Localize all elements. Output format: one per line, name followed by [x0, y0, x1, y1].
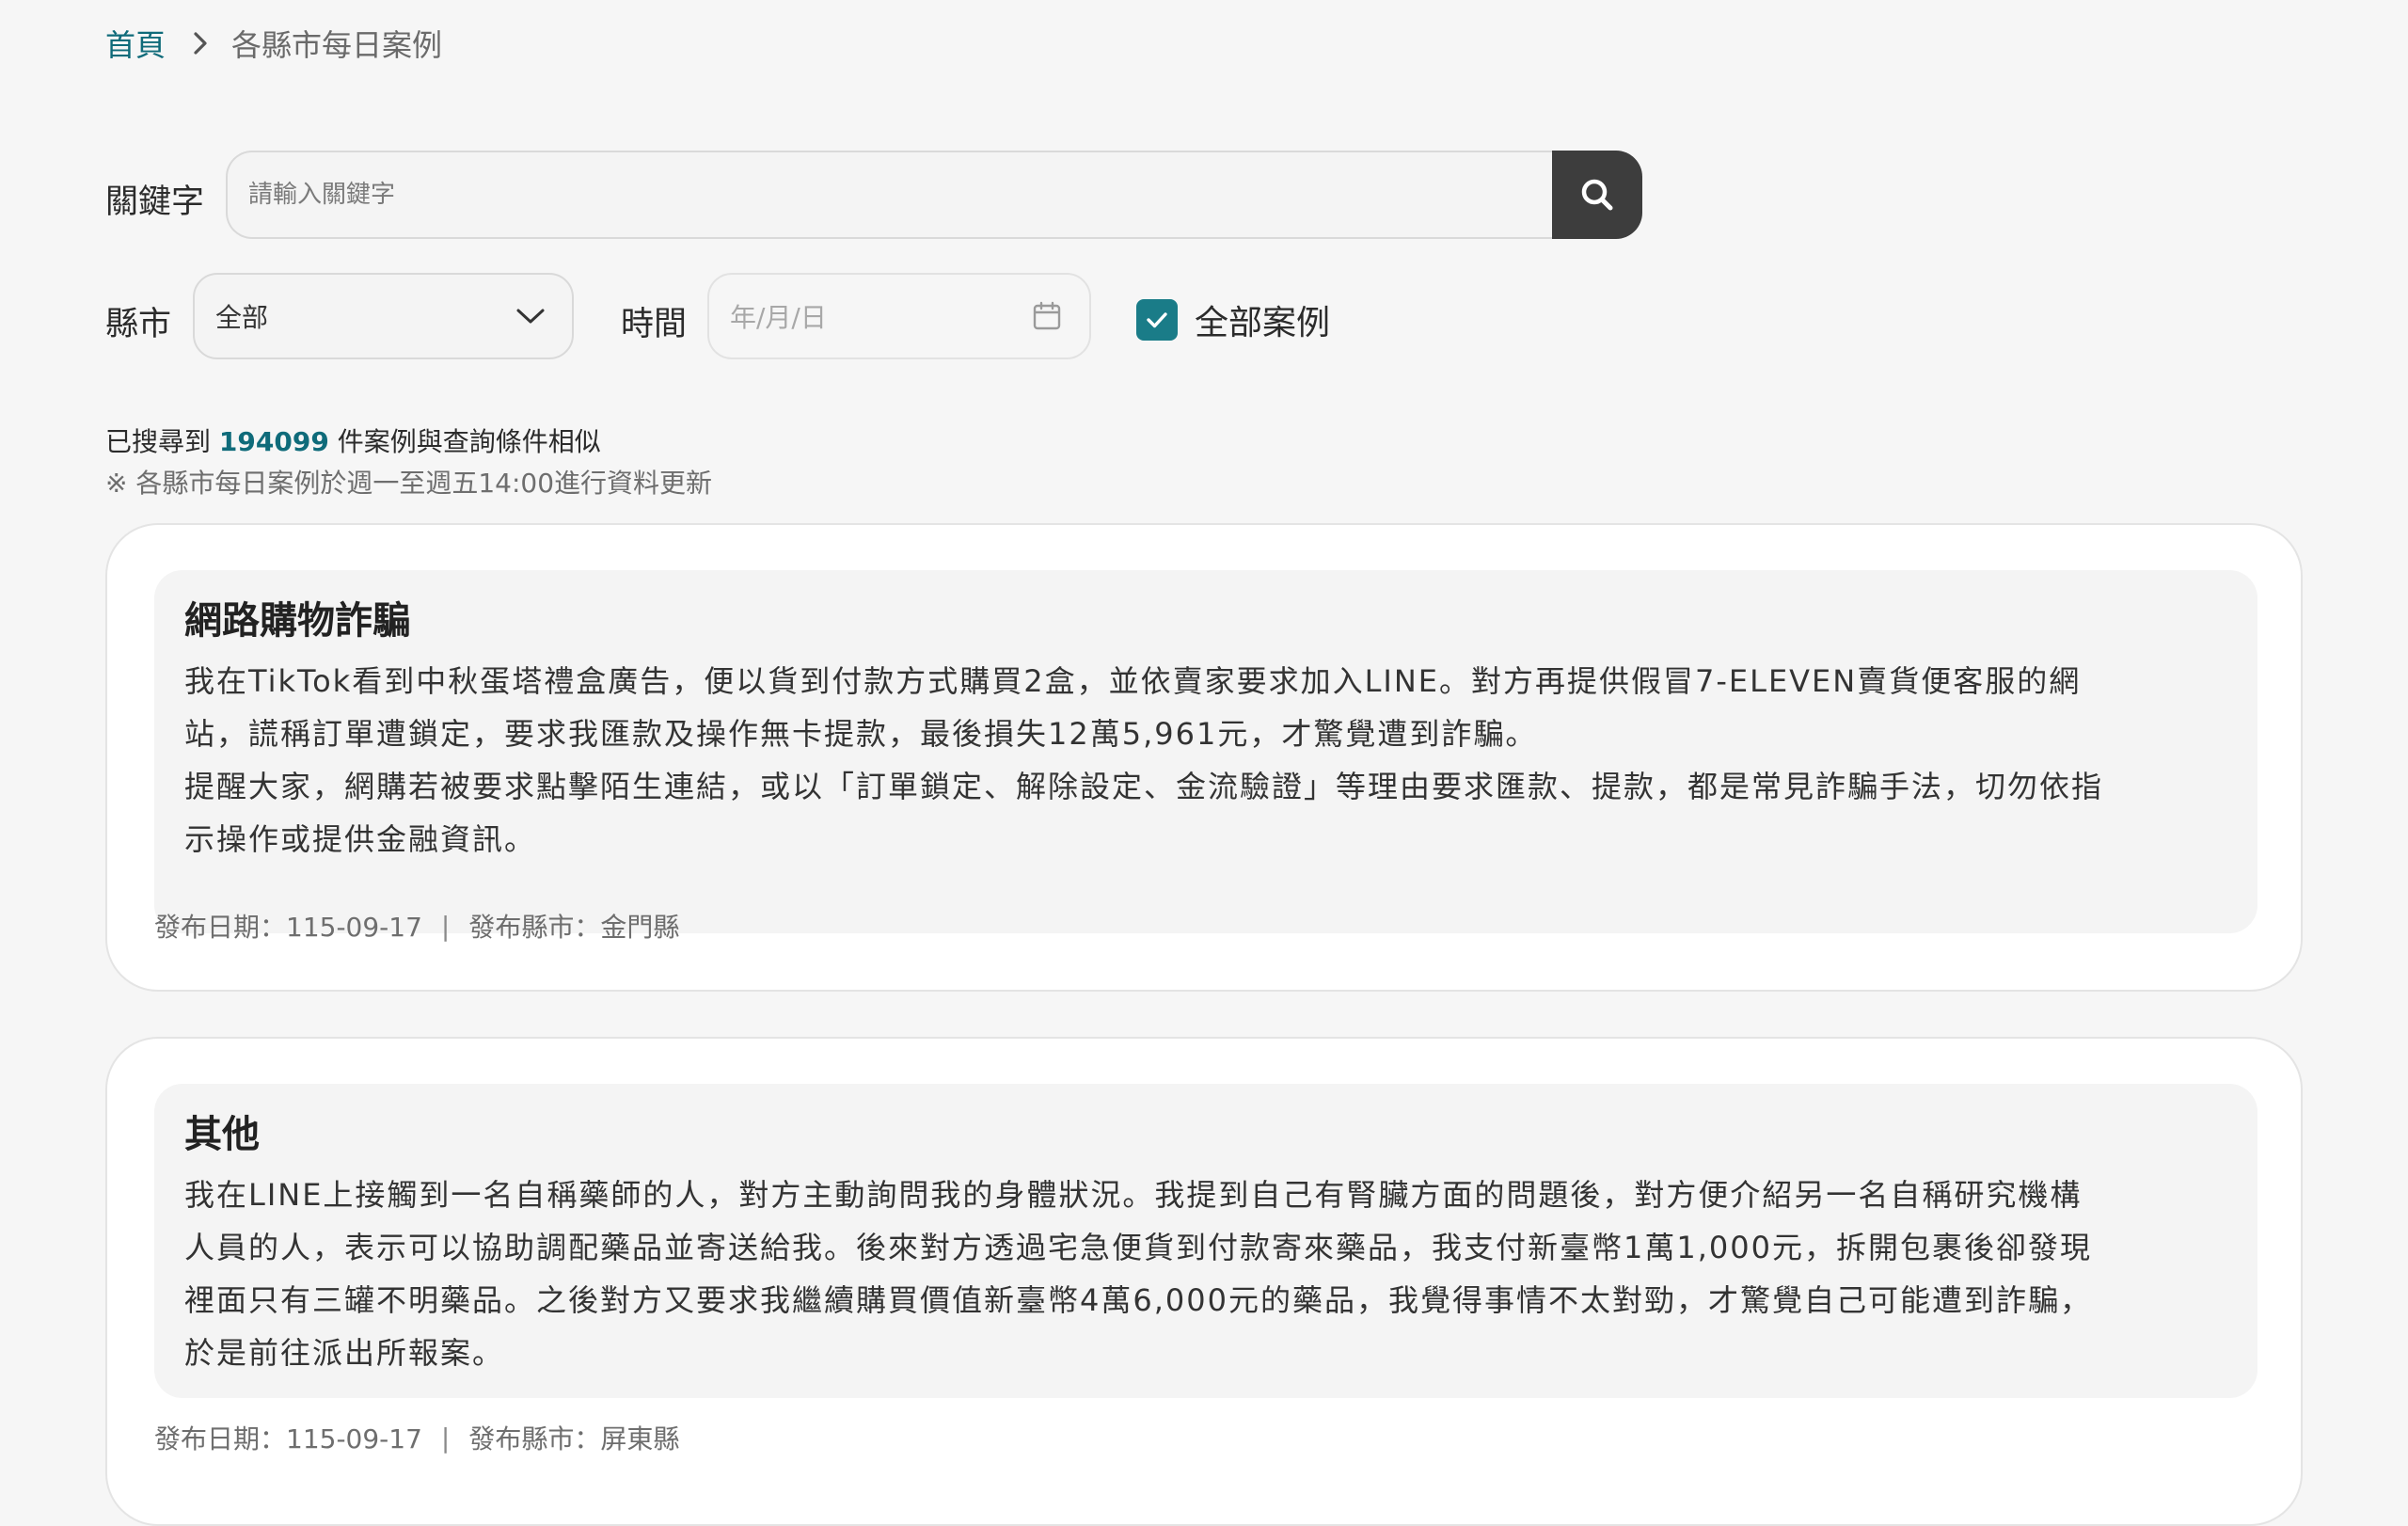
- search-button[interactable]: [1552, 151, 1642, 239]
- case-description-line: 人員的人，表示可以協助調配藥品並寄送給我。後來對方透過宅急便貨到付款寄來藥品，我…: [184, 1230, 2092, 1265]
- keyword-search-input[interactable]: [226, 151, 1554, 239]
- all-cases-checkbox[interactable]: 全部案例: [1136, 295, 1330, 344]
- case-description-line: 提醒大家，網購若被要求點擊陌生連結，或以「訂單鎖定、解除設定、金流驗證」等理由要…: [184, 769, 2104, 804]
- update-note: ※ 各縣市每日案例於週一至週五14:00進行資料更新: [105, 468, 713, 499]
- result-count-suffix: 件案例與查詢條件相似: [328, 426, 601, 457]
- time-label: 時間: [621, 306, 688, 343]
- search-icon: [1578, 176, 1616, 214]
- all-cases-label: 全部案例: [1195, 304, 1331, 342]
- county-select-value: 全部: [215, 302, 269, 333]
- county-select[interactable]: 全部: [193, 273, 574, 359]
- date-input-placeholder: 年/月/日: [730, 302, 827, 333]
- case-meta: 發布日期：115-09-17 | 發布縣市：金門縣: [154, 907, 679, 945]
- date-input[interactable]: 年/月/日: [707, 273, 1091, 359]
- keyword-label: 關鍵字: [105, 183, 205, 221]
- calendar-icon: [1033, 301, 1061, 331]
- case-publish-county: 發布縣市：屏東縣: [468, 1423, 680, 1454]
- case-publish-date: 發布日期：115-09-17: [154, 1423, 422, 1454]
- case-description-line: 於是前往派出所報案。: [184, 1335, 505, 1371]
- county-label: 縣市: [105, 306, 172, 343]
- case-meta: 發布日期：115-09-17 | 發布縣市：屏東縣: [154, 1419, 679, 1456]
- meta-separator: |: [440, 1422, 451, 1454]
- case-title: 其他: [184, 1113, 260, 1156]
- meta-separator: |: [440, 910, 451, 942]
- breadcrumb: 首頁 各縣市每日案例: [105, 19, 442, 68]
- case-card: 網路購物詐騙 我在TikTok看到中秋蛋塔禮盒廣告，便以貨到付款方式購買2盒，並…: [105, 523, 2303, 992]
- chevron-down-icon: [515, 307, 546, 326]
- case-publish-county: 發布縣市：金門縣: [468, 912, 680, 943]
- case-title: 網路購物詐騙: [184, 599, 410, 643]
- result-count-prefix: 已搜尋到: [105, 426, 219, 457]
- case-description-line: 我在LINE上接觸到一名自稱藥師的人，對方主動詢問我的身體狀況。我提到自己有腎臟…: [184, 1177, 2083, 1213]
- case-description-line: 裡面只有三罐不明藥品。之後對方又要求我繼續購買價值新臺幣4萬6,000元的藥品，…: [184, 1282, 2092, 1318]
- case-description-line: 示操作或提供金融資訊。: [184, 821, 537, 857]
- checkmark-icon: [1136, 299, 1178, 341]
- breadcrumb-current: 各縣市每日案例: [231, 27, 443, 63]
- case-card: 其他 我在LINE上接觸到一名自稱藥師的人，對方主動詢問我的身體狀況。我提到自己…: [105, 1037, 2303, 1526]
- result-count-number: 194099: [218, 426, 329, 457]
- chevron-right-icon: [192, 30, 209, 56]
- case-card-body: 其他 我在LINE上接觸到一名自稱藥師的人，對方主動詢問我的身體狀況。我提到自己…: [154, 1084, 2258, 1398]
- case-card-body: 網路購物詐騙 我在TikTok看到中秋蛋塔禮盒廣告，便以貨到付款方式購買2盒，並…: [154, 570, 2258, 933]
- result-count: 已搜尋到 194099 件案例與查詢條件相似: [105, 421, 601, 459]
- case-description-line: 站，謊稱訂單遭鎖定，要求我匯款及操作無卡提款，最後損失12萬5,961元，才驚覺…: [184, 716, 1538, 752]
- case-description-line: 我在TikTok看到中秋蛋塔禮盒廣告，便以貨到付款方式購買2盒，並依賣家要求加入…: [184, 663, 2082, 699]
- breadcrumb-home-link[interactable]: 首頁: [105, 22, 166, 65]
- case-publish-date: 發布日期：115-09-17: [154, 912, 422, 943]
